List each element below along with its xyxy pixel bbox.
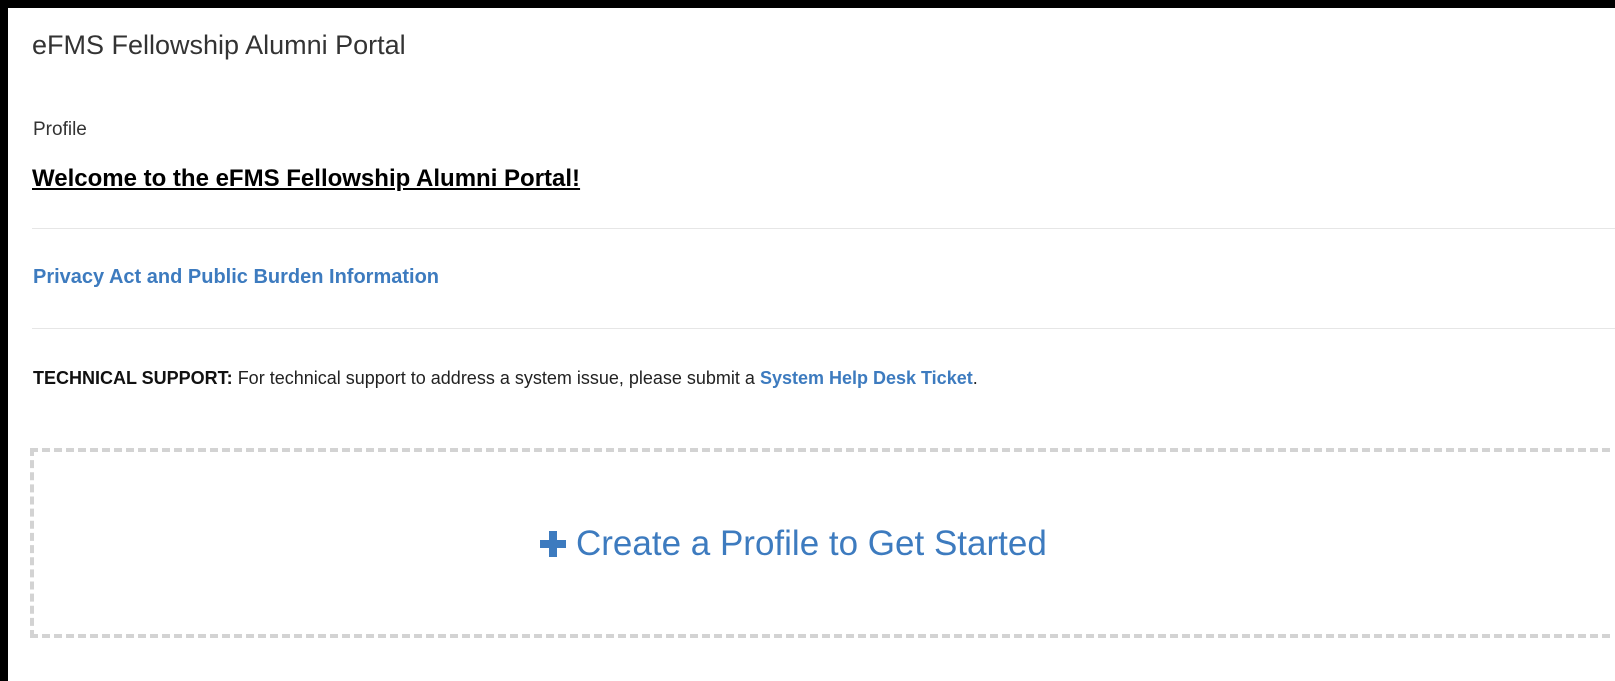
app-title: eFMS Fellowship Alumni Portal xyxy=(32,30,406,60)
technical-support-notice: TECHNICAL SUPPORT: For technical support… xyxy=(33,368,978,389)
breadcrumb: Profile xyxy=(33,119,87,140)
portal-frame: eFMS Fellowship Alumni Portal Profile We… xyxy=(8,8,1615,681)
plus-icon xyxy=(540,531,566,557)
privacy-act-link[interactable]: Privacy Act and Public Burden Informatio… xyxy=(33,266,439,289)
welcome-heading: Welcome to the eFMS Fellowship Alumni Po… xyxy=(32,165,581,192)
technical-support-label: TECHNICAL SUPPORT: xyxy=(33,368,233,388)
technical-support-suffix: . xyxy=(972,368,978,388)
technical-support-text: For technical support to address a syste… xyxy=(232,368,760,388)
create-profile-label: Create a Profile to Get Started xyxy=(576,524,1047,563)
divider xyxy=(32,328,1615,329)
help-desk-ticket-link[interactable]: System Help Desk Ticket xyxy=(760,368,973,388)
create-profile-button[interactable]: Create a Profile to Get Started xyxy=(540,524,1047,564)
divider xyxy=(32,228,1615,229)
